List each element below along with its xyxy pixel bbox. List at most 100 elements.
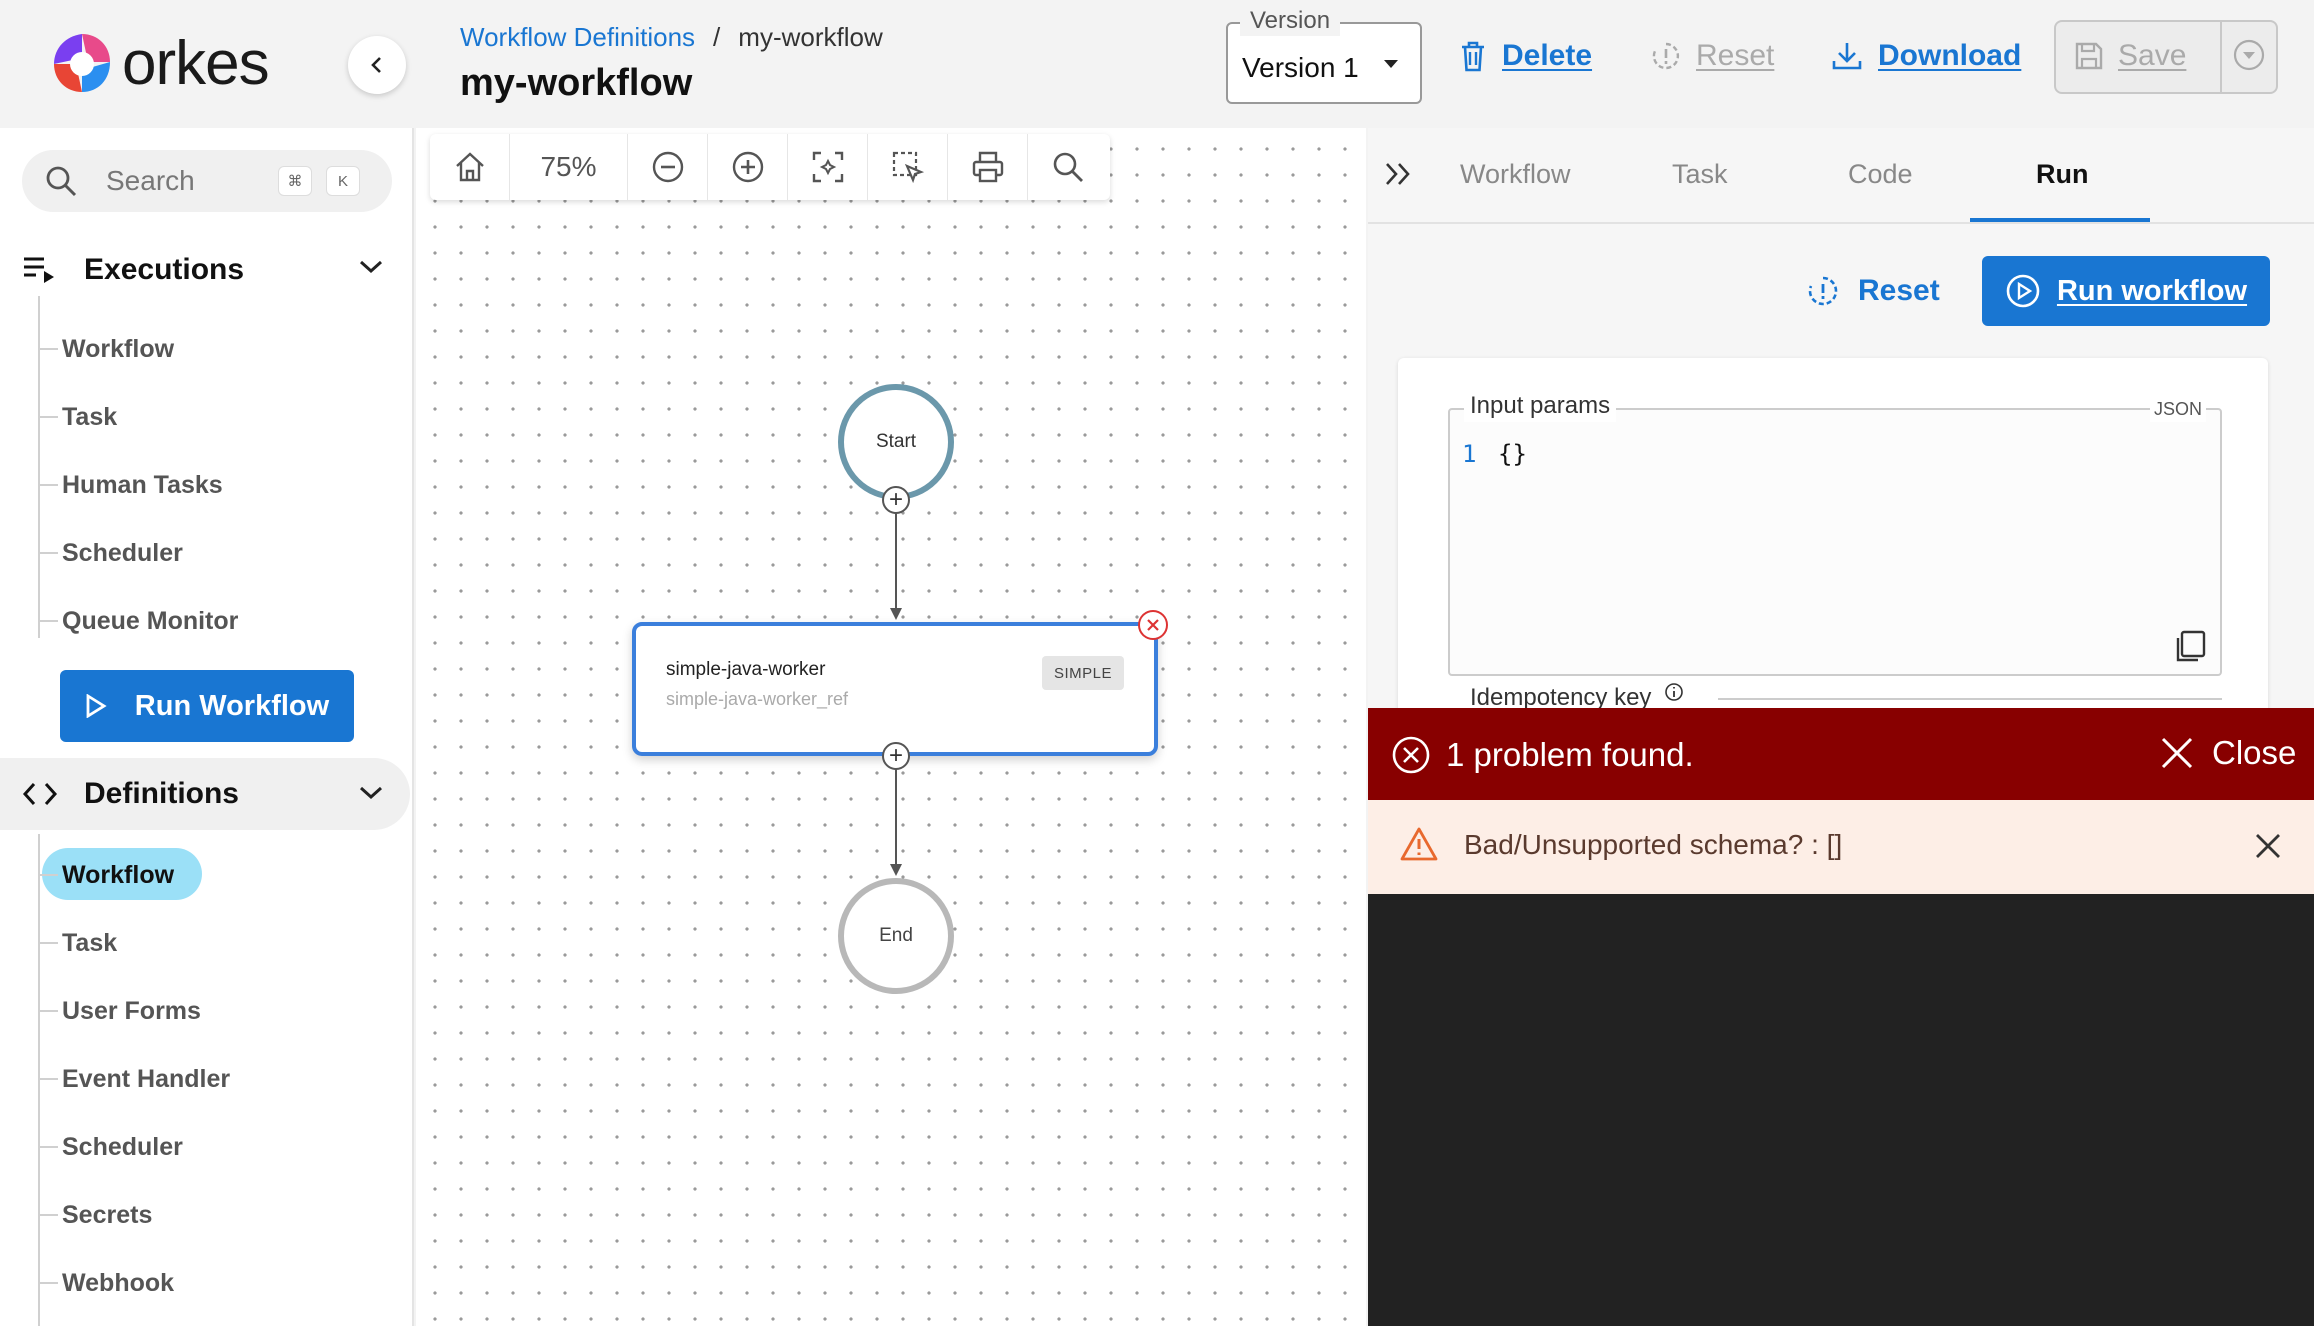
tree-tick (38, 416, 58, 418)
sidebar-item-definitions-workflow[interactable]: Workflow (62, 858, 174, 892)
shortcut-key-k: K (326, 166, 360, 196)
download-label: Download (1878, 39, 2022, 72)
tree-tick (38, 1282, 58, 1284)
chevron-down-icon[interactable] (358, 784, 384, 802)
panel-reset-button[interactable]: Reset (1806, 270, 1940, 312)
version-label: Version (1240, 6, 1341, 36)
executions-label: Executions (84, 253, 245, 286)
add-task-after-task-icon[interactable]: + (882, 742, 910, 770)
tab-workflow[interactable]: Workflow (1460, 156, 1571, 192)
fit-view-icon[interactable] (788, 134, 868, 200)
sidebar-item-event-handler[interactable]: Event Handler (62, 1062, 230, 1096)
sidebar-item-webhook[interactable]: Webhook (62, 1266, 174, 1300)
play-icon (85, 694, 107, 718)
canvas-search-icon[interactable] (1028, 134, 1108, 200)
save-dropdown-icon[interactable] (2232, 38, 2266, 72)
chevron-left-icon (367, 55, 387, 75)
breadcrumb-link-workflow-definitions[interactable]: Workflow Definitions (460, 20, 695, 54)
end-node[interactable]: End (838, 878, 954, 994)
code-content[interactable]: {} (1498, 438, 1527, 470)
tree-tick (38, 484, 58, 486)
remove-task-icon[interactable] (1138, 610, 1168, 640)
input-params-editor[interactable] (1448, 408, 2222, 676)
sidebar-run-workflow-button[interactable]: Run Workflow (60, 670, 354, 742)
definitions-label: Definitions (84, 777, 239, 810)
logo-text: orkes (122, 29, 270, 98)
end-node-label: End (879, 925, 913, 946)
collapse-panel-icon[interactable] (1384, 160, 1414, 188)
page-title: my-workflow (460, 62, 693, 104)
canvas-toolbar: 75% (430, 134, 1110, 200)
code-brackets-icon (22, 781, 58, 807)
active-tab-indicator (1970, 218, 2150, 222)
dismiss-problem-icon[interactable] (2254, 832, 2282, 860)
sidebar-collapse-button[interactable] (348, 36, 406, 94)
search-placeholder: Search (106, 165, 195, 196)
tree-tick (38, 1078, 58, 1080)
save-label: Save (2118, 39, 2187, 72)
orkes-logo-icon (48, 30, 116, 98)
tab-code[interactable]: Code (1848, 156, 1913, 192)
run-workflow-label: Run Workflow (134, 689, 330, 722)
home-icon[interactable] (430, 134, 510, 200)
breadcrumb-separator: / (713, 22, 721, 52)
tab-run[interactable]: Run (2036, 156, 2088, 192)
download-icon (1830, 39, 1864, 73)
chevron-down-icon[interactable] (358, 258, 384, 276)
print-icon[interactable] (948, 134, 1028, 200)
executions-icon (22, 255, 58, 285)
idempotency-key-text: Idempotency key (1470, 684, 1652, 711)
sidebar-item-definitions-scheduler[interactable]: Scheduler (62, 1130, 183, 1164)
reset-icon (1650, 40, 1682, 72)
input-params-format: JSON (2150, 396, 2207, 422)
sidebar-item-human-tasks[interactable]: Human Tasks (62, 468, 223, 502)
sidebar-item-definitions-task[interactable]: Task (62, 926, 117, 960)
zoom-out-icon[interactable] (628, 134, 708, 200)
reset-icon (1806, 274, 1840, 308)
definitions-tree-line (38, 834, 40, 1326)
tree-tick (38, 1010, 58, 1012)
tab-task[interactable]: Task (1672, 156, 1728, 192)
zoom-in-icon[interactable] (708, 134, 788, 200)
breadcrumb: Workflow Definitions / my-workflow (460, 20, 883, 54)
sidebar-item-secrets[interactable]: Secrets (62, 1198, 152, 1232)
search-icon (44, 164, 78, 198)
task-type-badge: SIMPLE (1042, 656, 1124, 690)
tree-tick (38, 620, 58, 622)
tree-tick (38, 552, 58, 554)
error-close-button[interactable]: Close (2160, 732, 2296, 774)
sidebar-item-user-forms[interactable]: User Forms (62, 994, 201, 1028)
tree-tick (38, 1146, 58, 1148)
close-icon (2160, 736, 2194, 770)
play-circle-icon (2005, 273, 2041, 309)
idempotency-field-border (1718, 698, 2222, 700)
run-workflow-button[interactable]: Run workflow (1982, 256, 2270, 326)
save-button[interactable]: Save (2074, 36, 2186, 76)
zoom-level: 75% (510, 134, 628, 200)
executions-section-header[interactable]: Executions (22, 250, 244, 290)
start-node[interactable]: Start (838, 384, 954, 500)
download-button[interactable]: Download (1830, 36, 2021, 76)
problem-message: Bad/Unsupported schema? : [] (1464, 829, 1843, 860)
tree-tick (38, 942, 58, 944)
select-icon[interactable] (868, 134, 948, 200)
reset-label: Reset (1696, 39, 1775, 72)
header-reset-button[interactable]: Reset (1650, 36, 1774, 76)
sidebar-item-executions-workflow[interactable]: Workflow (62, 332, 174, 366)
copy-icon[interactable] (2172, 628, 2208, 664)
floppy-icon (2074, 41, 2104, 71)
input-params-label: Input params (1464, 390, 1617, 422)
task-node-ref: simple-java-worker_ref (666, 689, 849, 709)
error-overlay-backdrop (1368, 894, 2314, 1326)
delete-button[interactable]: Delete (1458, 36, 1592, 76)
add-task-after-start-icon[interactable]: + (882, 486, 910, 514)
tree-tick (38, 1214, 58, 1216)
warning-icon (1400, 826, 1438, 862)
sidebar-item-queue-monitor[interactable]: Queue Monitor (62, 604, 238, 638)
info-icon[interactable] (1664, 682, 1684, 702)
sidebar-item-executions-task[interactable]: Task (62, 400, 117, 434)
definitions-section-header[interactable]: Definitions (22, 774, 239, 814)
error-circle-icon (1390, 734, 1432, 776)
sidebar-item-executions-scheduler[interactable]: Scheduler (62, 536, 183, 570)
caret-down-icon (1382, 58, 1400, 70)
